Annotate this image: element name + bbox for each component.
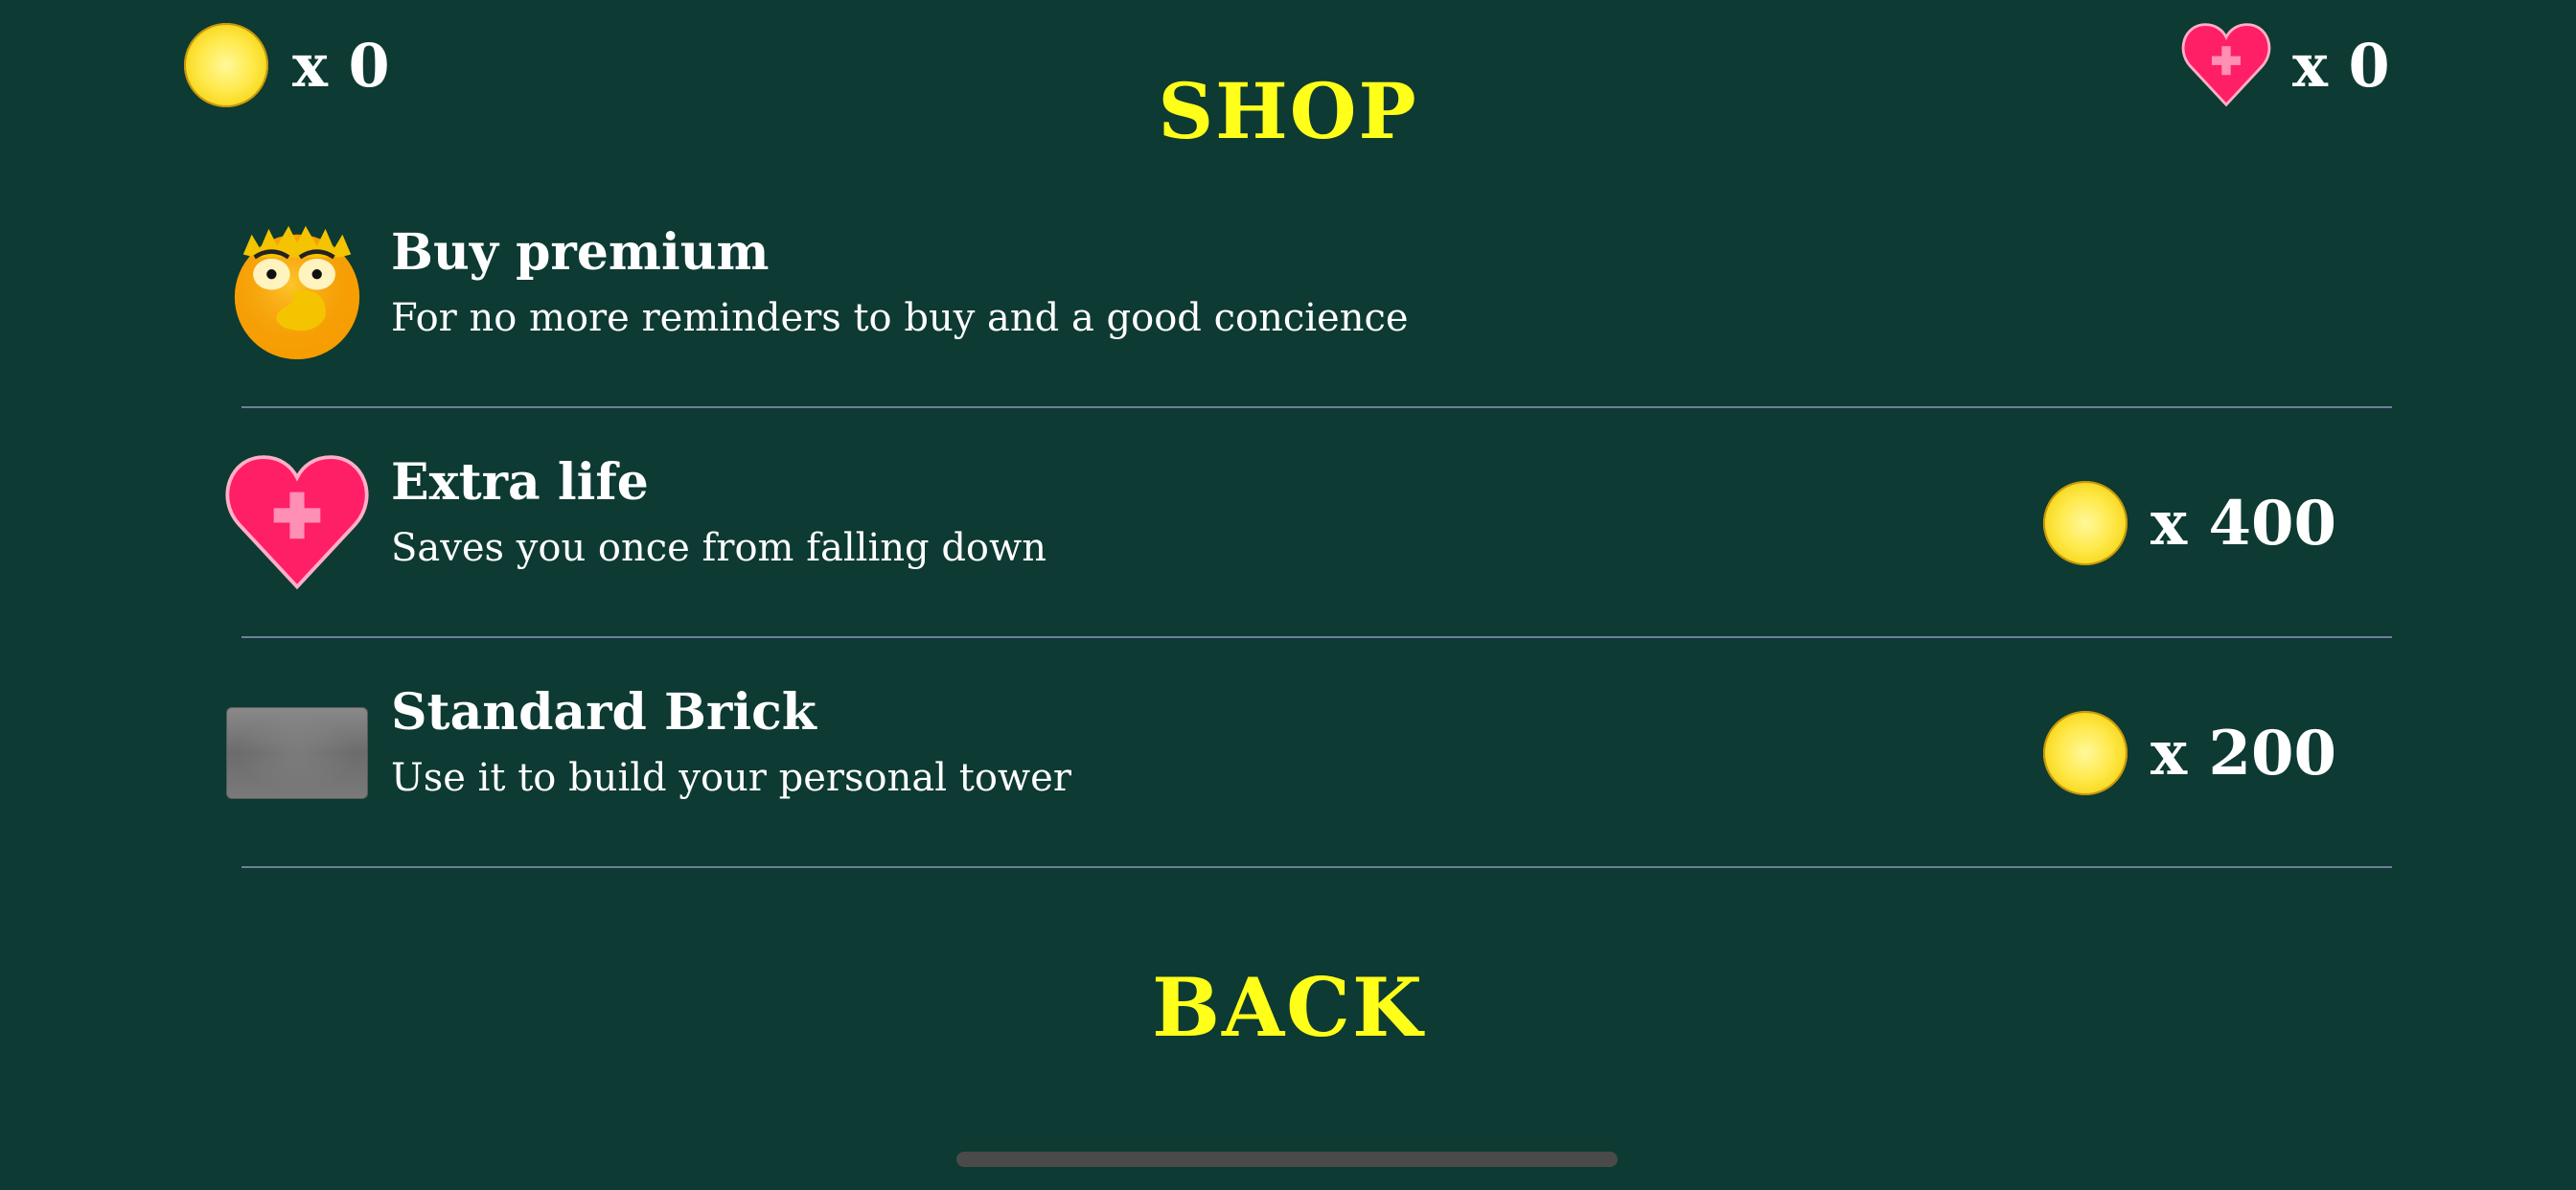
item-price: x 400 xyxy=(2150,488,2337,560)
back-button[interactable]: BACK xyxy=(1048,968,1528,1048)
home-indicator xyxy=(956,1152,1618,1167)
heart-icon xyxy=(2181,19,2271,109)
item-description: For no more reminders to buy and a good … xyxy=(391,296,1409,340)
item-description: Saves you once from falling down xyxy=(391,526,1047,570)
premium-face-icon xyxy=(226,220,368,362)
coin-count: x 0 xyxy=(292,31,390,101)
item-description: Use it to build your personal tower xyxy=(391,756,1071,800)
lives-count: x 0 xyxy=(2292,31,2390,101)
item-title: Buy premium xyxy=(391,223,770,282)
item-price: x 200 xyxy=(2150,718,2337,790)
divider xyxy=(242,406,2392,408)
brick-icon xyxy=(226,707,368,799)
item-title: Standard Brick xyxy=(391,683,816,742)
heart-icon xyxy=(224,448,370,594)
coin-icon xyxy=(2043,481,2128,565)
coin-icon xyxy=(2043,711,2128,795)
divider xyxy=(242,636,2392,638)
coin-icon xyxy=(184,23,268,107)
item-title: Extra life xyxy=(391,453,649,512)
divider xyxy=(242,866,2392,868)
shop-title: SHOP xyxy=(1158,66,1418,156)
